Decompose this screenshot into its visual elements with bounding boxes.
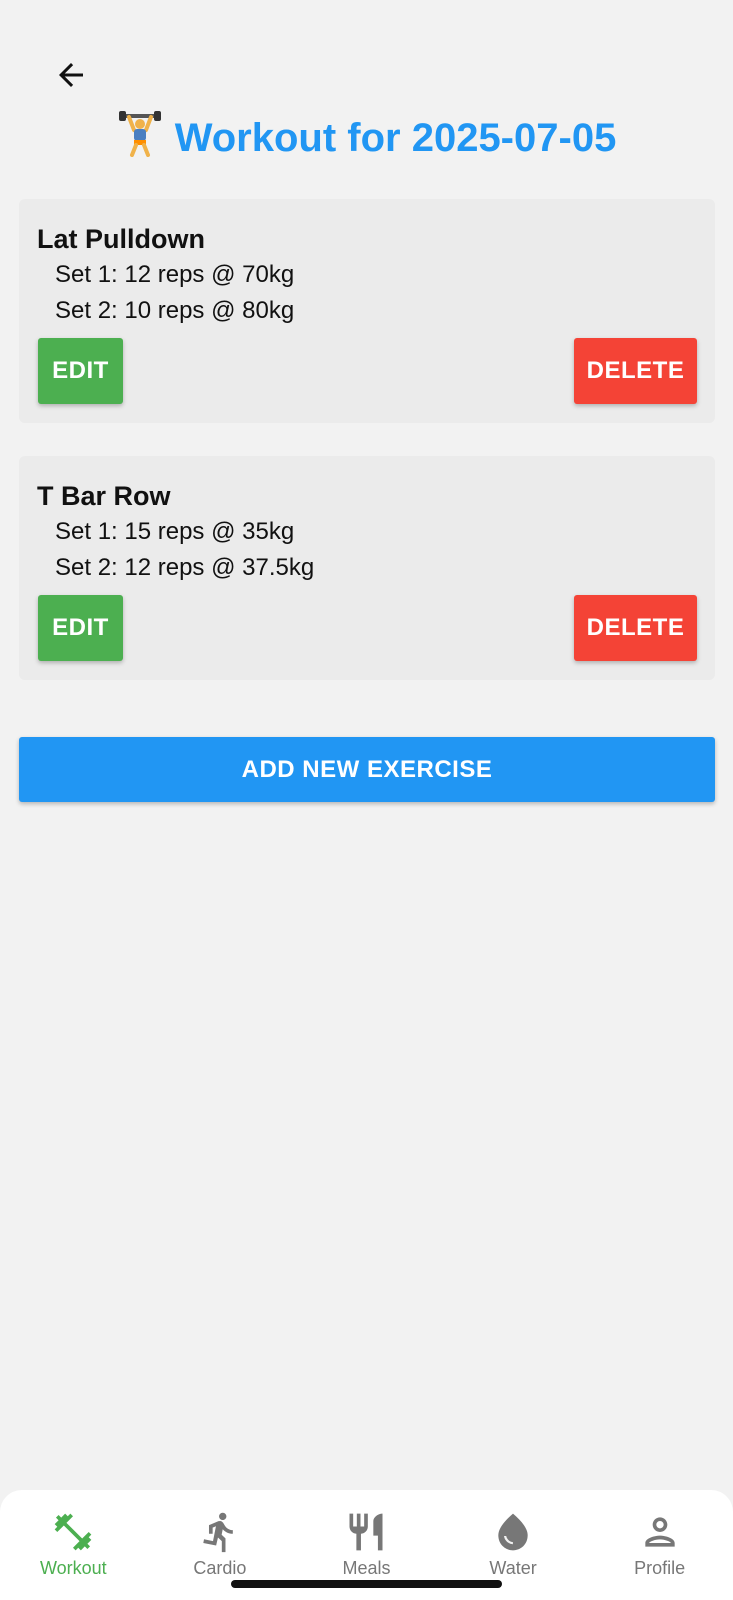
arrow-left-icon [59,63,83,87]
exercise-name: T Bar Row [37,481,171,511]
nav-label-workout: Workout [39,1558,107,1578]
page-title: Workout for 2025-07-05 [0,110,733,172]
add-new-exercise-button[interactable]: ADD NEW EXERCISE [19,737,715,802]
edit-button[interactable]: EDIT [38,338,123,404]
edit-button[interactable]: EDIT [38,595,123,661]
nav-label-water: Water [489,1558,537,1578]
dumbbell-icon [54,1513,92,1551]
home-indicator [231,1580,502,1588]
exercise-card: T Bar Row Set 1: 15 reps @ 35kg Set 2: 1… [19,456,715,680]
nav-item-cardio[interactable]: Cardio [147,1510,293,1579]
person-icon [645,1517,675,1547]
nav-label-cardio: Cardio [193,1558,247,1578]
nav-label-profile: Profile [634,1558,686,1578]
set-line: Set 2: 10 reps @ 80kg [55,297,295,324]
exercise-card: Lat Pulldown Set 1: 12 reps @ 70kg Set 2… [19,199,715,423]
set-line: Set 2: 12 reps @ 37.5kg [55,554,315,581]
page-title-text: Workout for 2025-07-05 [174,116,617,160]
water-drop-icon [498,1513,528,1551]
exercise-name: Lat Pulldown [37,224,205,254]
set-line: Set 1: 12 reps @ 70kg [55,261,295,288]
fork-knife-icon [349,1513,383,1551]
nav-item-workout[interactable]: Workout [0,1510,146,1579]
nav-label-meals: Meals [342,1558,391,1578]
nav-item-meals[interactable]: Meals [293,1510,439,1579]
nav-item-profile[interactable]: Profile [587,1510,733,1579]
nav-item-water[interactable]: Water [440,1510,586,1579]
set-line: Set 1: 15 reps @ 35kg [55,518,295,545]
delete-button[interactable]: DELETE [574,338,697,404]
running-icon [203,1512,233,1553]
weightlifter-icon [117,111,163,172]
back-button[interactable] [40,44,102,106]
delete-button[interactable]: DELETE [574,595,697,661]
